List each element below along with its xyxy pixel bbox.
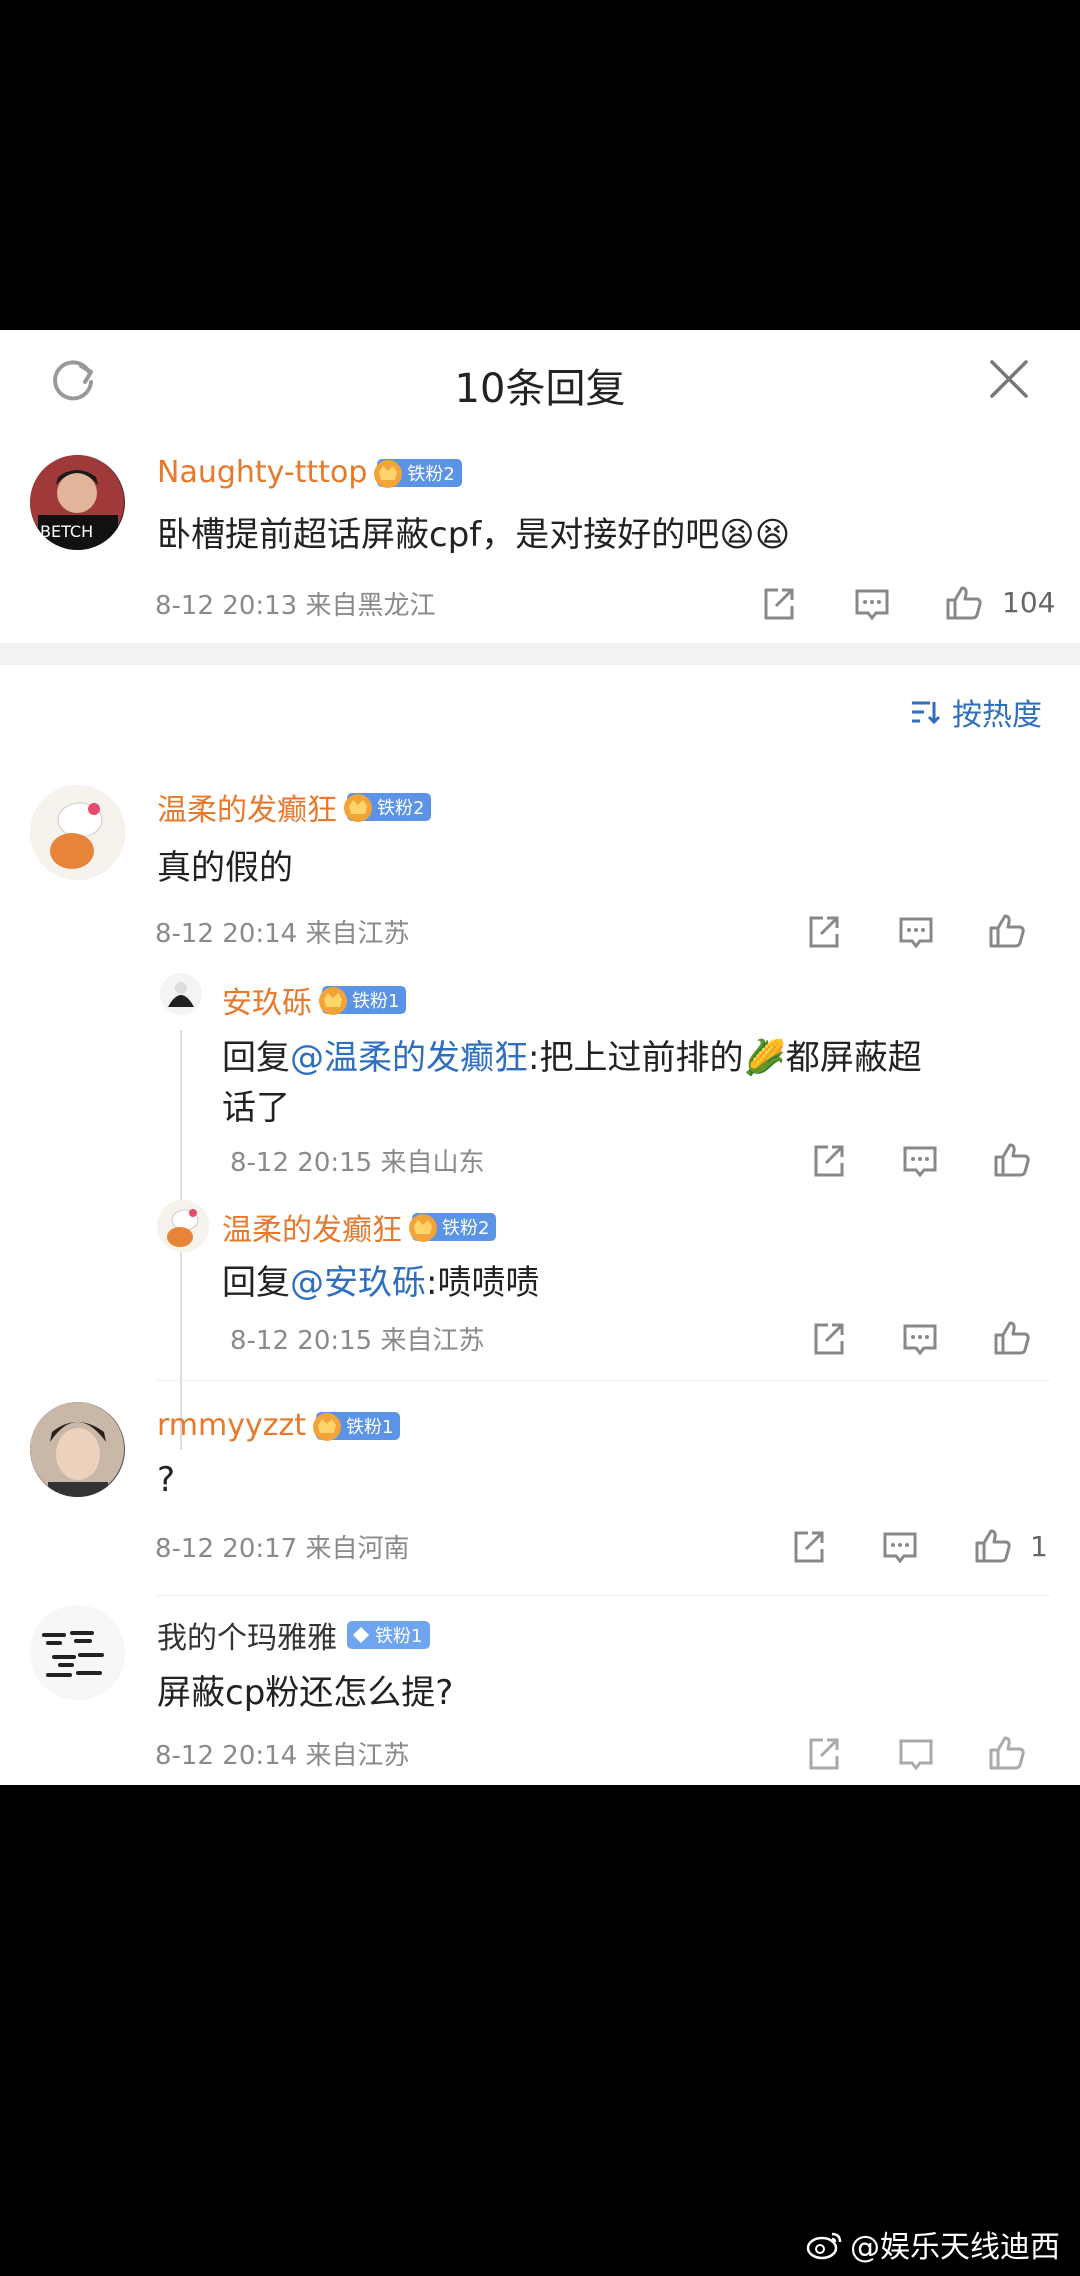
- like-icon[interactable]: [993, 1319, 1031, 1357]
- comment-icon[interactable]: [882, 1529, 918, 1565]
- avatar[interactable]: [157, 1200, 209, 1252]
- like-icon[interactable]: [974, 1527, 1012, 1565]
- fan-badge: 铁粉2: [344, 793, 432, 822]
- avatar[interactable]: BETCH: [30, 455, 125, 550]
- weibo-icon: [806, 2232, 842, 2260]
- comment-meta: 8-12 20:14 来自江苏: [155, 919, 410, 949]
- like-icon[interactable]: [988, 1734, 1026, 1772]
- username-text[interactable]: Naughty-tttop: [157, 455, 367, 490]
- replies-panel: 10条回复 BETCH Naughty-tttop 铁粉2 卧槽提前超话屏蔽cp…: [0, 330, 1080, 1785]
- like-count: 104: [1002, 586, 1056, 619]
- reply-text-cont: 话了: [222, 1088, 290, 1128]
- share-icon[interactable]: [760, 586, 796, 622]
- like-count: 1: [1030, 1530, 1048, 1563]
- section-divider: [0, 643, 1080, 665]
- crown-icon: [409, 1214, 437, 1242]
- comment-text: ?: [157, 1460, 176, 1500]
- comment-text: 卧槽提前超话屏蔽cpf，是对接好的吧😫😫: [157, 515, 791, 555]
- avatar[interactable]: [30, 785, 125, 880]
- fan-badge: 铁粉1: [313, 1411, 401, 1441]
- row-divider: [157, 1380, 1050, 1381]
- reply-text: 回复@温柔的发癫狂:把上过前排的🌽都屏蔽超: [222, 1038, 922, 1078]
- crown-icon: [374, 459, 403, 488]
- fan-badge: 铁粉1: [347, 1621, 431, 1649]
- like-icon[interactable]: [988, 912, 1026, 950]
- dialog-title: 10条回复: [454, 366, 626, 412]
- username[interactable]: 安玖砾 铁粉1: [222, 978, 407, 1022]
- comment-meta: 8-12 20:13 来自黑龙江: [155, 591, 436, 621]
- mention-link[interactable]: @温柔的发癫狂: [290, 1038, 528, 1078]
- username[interactable]: Naughty-tttop 铁粉2: [157, 455, 462, 490]
- fan-badge: 铁粉2: [374, 458, 462, 488]
- crown-icon: [344, 794, 372, 822]
- mention-link[interactable]: @安玖砾: [290, 1263, 426, 1303]
- username[interactable]: 温柔的发癫狂 铁粉2: [222, 1205, 497, 1249]
- close-icon[interactable]: [986, 356, 1032, 402]
- fan-badge: 铁粉2: [409, 1213, 497, 1242]
- username[interactable]: 温柔的发癫狂 铁粉2: [157, 785, 432, 829]
- share-icon[interactable]: [805, 1736, 841, 1772]
- comment-icon[interactable]: [898, 1736, 934, 1772]
- comment-text: 屏蔽cp粉还怎么提?: [157, 1673, 454, 1713]
- sort-toggle[interactable]: 按热度: [910, 690, 1042, 734]
- share-icon[interactable]: [810, 1143, 846, 1179]
- username[interactable]: rmmyyzzt 铁粉1: [157, 1408, 401, 1443]
- svg-text:BETCH: BETCH: [40, 522, 93, 541]
- dialog-header: 10条回复: [0, 330, 1080, 430]
- comment-text: 真的假的: [157, 848, 293, 888]
- row-divider: [157, 1595, 1050, 1596]
- avatar[interactable]: [160, 973, 202, 1015]
- comment-meta: 8-12 20:15 来自山东: [230, 1148, 485, 1178]
- like-icon[interactable]: [945, 584, 983, 622]
- comment-meta: 8-12 20:14 来自江苏: [155, 1741, 410, 1771]
- avatar[interactable]: [30, 1605, 125, 1700]
- sort-icon: [912, 701, 940, 725]
- reply-text: 回复@安玖砾:啧啧啧: [222, 1263, 540, 1303]
- share-icon[interactable]: [790, 1529, 826, 1565]
- avatar[interactable]: [30, 1402, 125, 1497]
- share-icon[interactable]: [810, 1321, 846, 1357]
- comment-icon[interactable]: [902, 1321, 938, 1357]
- comment-icon[interactable]: [854, 586, 890, 622]
- crown-icon: [313, 1412, 342, 1441]
- username[interactable]: 我的个玛雅雅 铁粉1: [157, 1613, 431, 1657]
- like-icon[interactable]: [993, 1141, 1031, 1179]
- comment-meta: 8-12 20:15 来自江苏: [230, 1326, 485, 1356]
- weibo-watermark: @娱乐天线迪西: [806, 2222, 1060, 2266]
- comment-icon[interactable]: [902, 1143, 938, 1179]
- fan-badge: 铁粉1: [319, 986, 407, 1015]
- diamond-icon: [353, 1627, 369, 1643]
- comment-icon[interactable]: [898, 914, 934, 950]
- crown-icon: [319, 987, 347, 1015]
- share-icon[interactable]: [805, 914, 841, 950]
- comment-meta: 8-12 20:17 来自河南: [155, 1534, 410, 1564]
